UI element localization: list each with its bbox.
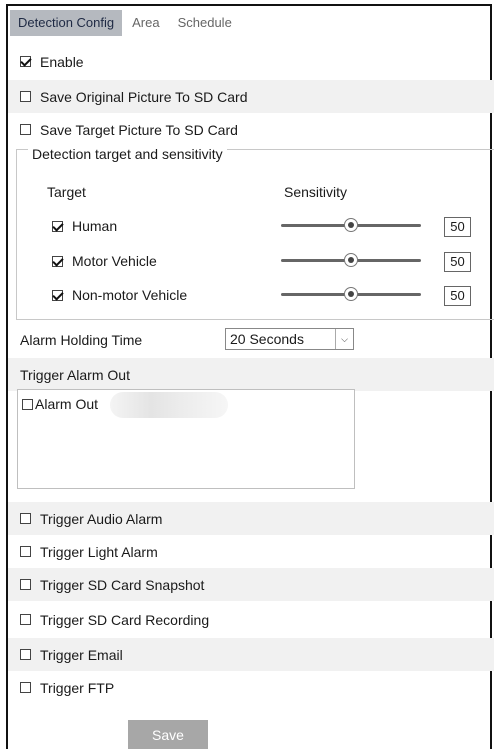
save-original-checkbox[interactable] bbox=[20, 91, 31, 102]
trigger-email-label: Trigger Email bbox=[40, 646, 123, 663]
trigger-recording-label: Trigger SD Card Recording bbox=[40, 611, 210, 628]
human-sensitivity-slider[interactable] bbox=[281, 216, 421, 236]
target-row-non-motor-vehicle: Non-motor Vehicle bbox=[52, 285, 187, 305]
motor-vehicle-label: Motor Vehicle bbox=[72, 253, 157, 269]
alarm-holding-time-value: 20 Seconds bbox=[230, 331, 304, 347]
tab-schedule[interactable]: Schedule bbox=[170, 10, 240, 36]
detection-group-title: Detection target and sensitivity bbox=[28, 146, 227, 162]
save-target-checkbox[interactable] bbox=[20, 124, 31, 135]
trigger-snapshot-label: Trigger SD Card Snapshot bbox=[40, 576, 205, 593]
sensitivity-header: Sensitivity bbox=[284, 184, 348, 200]
trigger-alarm-out-header: Trigger Alarm Out bbox=[8, 358, 494, 391]
human-label: Human bbox=[72, 218, 118, 234]
tab-area[interactable]: Area bbox=[124, 10, 167, 36]
motor-vehicle-sensitivity-slider[interactable] bbox=[281, 251, 421, 271]
save-original-row: Save Original Picture To SD Card bbox=[8, 80, 494, 113]
enable-label: Enable bbox=[40, 53, 84, 70]
alarm-out-item: Alarm Out bbox=[22, 396, 98, 412]
save-button[interactable]: Save bbox=[128, 720, 208, 749]
tab-detection-config[interactable]: Detection Config bbox=[10, 10, 123, 36]
trigger-ftp-label: Trigger FTP bbox=[40, 679, 115, 696]
slider-thumb[interactable] bbox=[344, 287, 358, 301]
trigger-recording-row: Trigger SD Card Recording bbox=[8, 603, 494, 636]
trigger-light-label: Trigger Light Alarm bbox=[40, 543, 158, 560]
redacted-region bbox=[110, 392, 228, 418]
trigger-ftp-checkbox[interactable] bbox=[20, 682, 31, 693]
trigger-email-row: Trigger Email bbox=[8, 638, 494, 671]
save-target-label: Save Target Picture To SD Card bbox=[40, 121, 238, 138]
target-row-human: Human bbox=[52, 216, 117, 236]
human-sensitivity-value[interactable]: 50 bbox=[444, 217, 471, 237]
target-row-motor-vehicle: Motor Vehicle bbox=[52, 251, 157, 271]
trigger-ftp-row: Trigger FTP bbox=[8, 671, 494, 704]
tab-bar: Detection Config Area Schedule bbox=[10, 10, 242, 36]
enable-checkbox[interactable] bbox=[20, 56, 31, 67]
save-original-label: Save Original Picture To SD Card bbox=[40, 88, 248, 105]
trigger-audio-label: Trigger Audio Alarm bbox=[40, 510, 163, 527]
human-checkbox[interactable] bbox=[52, 220, 63, 232]
trigger-snapshot-checkbox[interactable] bbox=[20, 579, 31, 590]
non-motor-vehicle-label: Non-motor Vehicle bbox=[72, 287, 188, 303]
trigger-light-checkbox[interactable] bbox=[20, 546, 31, 557]
slider-thumb[interactable] bbox=[344, 253, 358, 267]
motor-vehicle-checkbox[interactable] bbox=[52, 255, 63, 267]
trigger-snapshot-row: Trigger SD Card Snapshot bbox=[8, 568, 494, 601]
alarm-out-label: Alarm Out bbox=[35, 396, 99, 412]
trigger-email-checkbox[interactable] bbox=[20, 649, 31, 660]
slider-thumb[interactable] bbox=[344, 218, 358, 232]
alarm-holding-time-label: Alarm Holding Time bbox=[20, 332, 143, 348]
non-motor-vehicle-checkbox[interactable] bbox=[52, 289, 63, 301]
trigger-light-row: Trigger Light Alarm bbox=[8, 535, 494, 568]
trigger-audio-row: Trigger Audio Alarm bbox=[8, 502, 494, 535]
chevron-down-icon[interactable]: ⌵ bbox=[335, 329, 353, 349]
non-motor-vehicle-sensitivity-value[interactable]: 50 bbox=[444, 286, 471, 306]
trigger-recording-checkbox[interactable] bbox=[20, 614, 31, 625]
save-target-row: Save Target Picture To SD Card bbox=[8, 113, 494, 146]
motor-vehicle-sensitivity-value[interactable]: 50 bbox=[444, 252, 471, 272]
target-header: Target bbox=[47, 184, 86, 200]
trigger-audio-checkbox[interactable] bbox=[20, 513, 31, 524]
alarm-out-checkbox[interactable] bbox=[22, 398, 33, 410]
non-motor-vehicle-sensitivity-slider[interactable] bbox=[281, 285, 421, 305]
enable-row: Enable bbox=[8, 45, 494, 78]
trigger-alarm-out-label: Trigger Alarm Out bbox=[20, 366, 130, 383]
alarm-holding-time-select[interactable]: 20 Seconds ⌵ bbox=[225, 328, 354, 350]
